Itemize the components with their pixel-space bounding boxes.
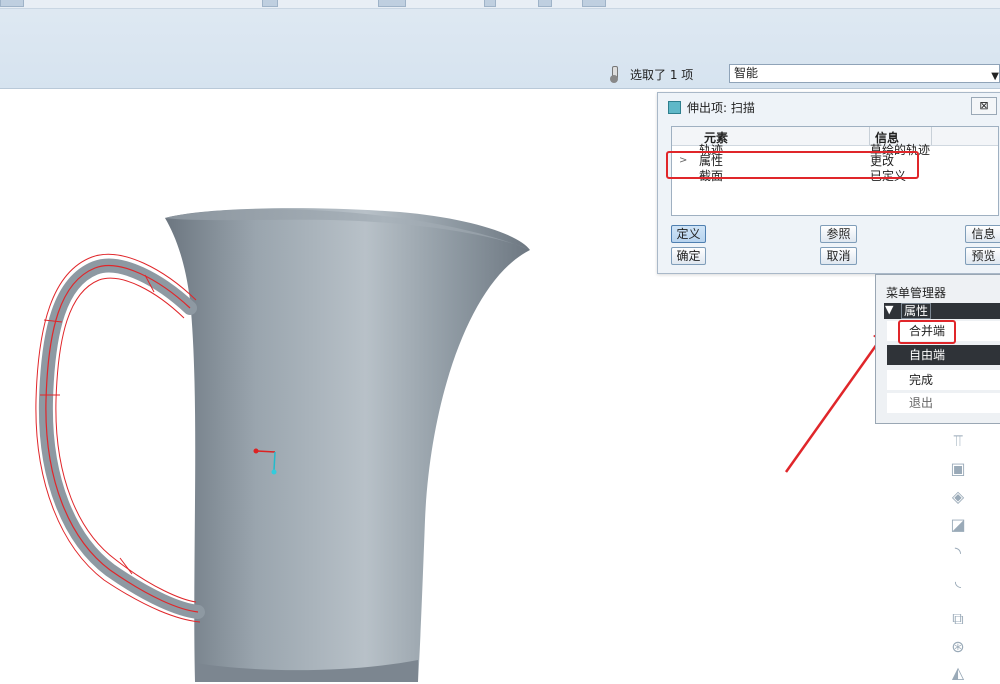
view-tool-icon[interactable]: ⫪ <box>944 430 972 452</box>
define-button[interactable]: 定义 <box>671 225 706 243</box>
view-tool-icon[interactable]: ◭ <box>944 662 972 684</box>
view-tool-icon[interactable]: ◪ <box>944 514 972 536</box>
menu-section-label: 属性 <box>901 303 932 319</box>
menu-item-free-ends[interactable]: 自由端 <box>887 345 1000 365</box>
dialog-icon <box>668 101 681 114</box>
view-tool-icon[interactable]: ◝ <box>944 542 972 564</box>
toolbar-button[interactable] <box>582 0 606 7</box>
close-icon[interactable]: ⊠ <box>971 97 997 115</box>
view-tool-icon[interactable]: ◈ <box>944 486 972 508</box>
refs-button[interactable]: 参照 <box>820 225 857 243</box>
highlight-box-merge-ends <box>898 320 956 344</box>
highlight-box-attribute-row <box>666 151 919 179</box>
view-tool-icon[interactable]: ◟ <box>944 570 972 592</box>
cancel-button[interactable]: 取消 <box>820 247 857 265</box>
collapse-triangle-icon[interactable]: ▼ <box>885 303 893 316</box>
menu-manager: 菜单管理器 ▼ 属性 合并端 自由端 完成 退出 <box>875 274 1000 424</box>
menu-item-done[interactable]: 完成 <box>887 370 1000 390</box>
selection-count-text: 选取了 1 项 <box>630 67 694 82</box>
info-button[interactable]: 信息 <box>965 225 1000 243</box>
toolbar-button[interactable] <box>0 0 24 7</box>
dialog-title: 伸出项: 扫描 <box>668 99 755 116</box>
selection-status: 选取了 1 项 <box>610 64 693 84</box>
ok-button[interactable]: 确定 <box>671 247 706 265</box>
cup-handle[interactable] <box>35 253 205 623</box>
toolbar-button[interactable] <box>378 0 406 7</box>
right-toolbar: ⫪ ▣ ◈ ◪ ◝ ◟ ⧉ ⊛ ◭ <box>944 430 980 682</box>
chevron-down-icon[interactable]: ▼ <box>991 68 999 85</box>
menu-section-header[interactable]: ▼ 属性 <box>884 303 1000 319</box>
thermometer-icon <box>610 66 618 83</box>
toolbar-button[interactable] <box>484 0 496 7</box>
preview-button[interactable]: 预览 <box>965 247 1000 265</box>
toolbar-button[interactable] <box>262 0 278 7</box>
feature-dialog: 伸出项: 扫描 ⊠ 元素 信息 轨迹 草绘的轨迹 > 属性 更改 截面 已定义 … <box>657 92 1000 274</box>
dialog-title-text: 伸出项: 扫描 <box>687 101 755 115</box>
filter-value: 智能 <box>734 66 759 80</box>
toolbar-button[interactable] <box>538 0 552 7</box>
view-tool-icon[interactable]: ⧉ <box>944 608 972 630</box>
ribbon-top-strip <box>0 0 1000 9</box>
menu-manager-title: 菜单管理器 <box>886 286 947 300</box>
view-tool-icon[interactable]: ⊛ <box>944 636 972 658</box>
selection-filter-select[interactable]: 智能 ▼ <box>729 64 1000 83</box>
menu-item-quit[interactable]: 退出 <box>887 393 1000 413</box>
cup-model[interactable] <box>165 208 530 682</box>
view-tool-icon[interactable]: ▣ <box>944 458 972 480</box>
